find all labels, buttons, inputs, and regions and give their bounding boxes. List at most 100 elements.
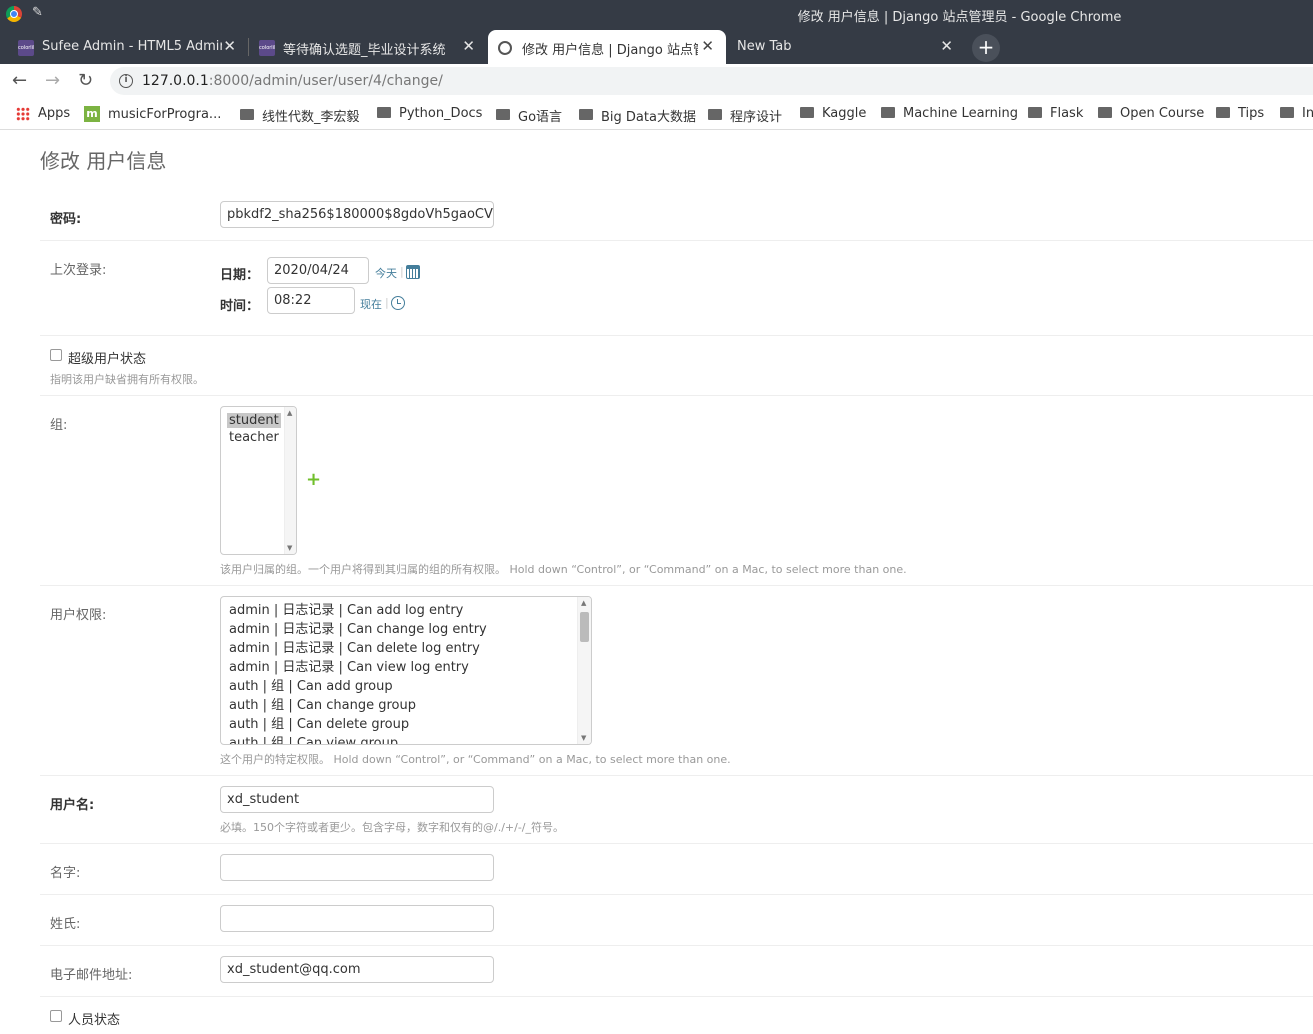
add-group-icon[interactable]: + [306, 469, 321, 490]
permissions-help: 这个用户的特定权限。 Hold down “Control”, or “Comm… [220, 753, 731, 766]
scroll-down-icon[interactable]: ▼ [581, 734, 586, 742]
staff-label[interactable]: 人员状态 [68, 1009, 120, 1028]
bookmark-label: Go语言 [518, 110, 563, 125]
bookmark-go[interactable]: Go语言 [496, 106, 562, 125]
superuser-row: 超级用户状态 指明该用户缺省拥有所有权限。 [40, 336, 1313, 396]
close-tab-icon[interactable]: ✕ [223, 37, 236, 55]
tab-thesis-system[interactable]: colorlib 等待确认选题_毕业设计系统 ✕ [249, 30, 487, 64]
permission-option[interactable]: admin | 日志记录 | Can view log entry [221, 658, 591, 677]
page-title: 修改 用户信息 [40, 149, 167, 173]
bookmark-apps[interactable]: Apps [16, 106, 70, 121]
username-label: 用户名: [50, 798, 95, 813]
bookmark-linear-algebra[interactable]: 线性代数_李宏毅 [240, 106, 360, 125]
password-label: 密码: [50, 212, 82, 227]
time-label: 时间： [220, 299, 260, 314]
username-field[interactable]: xd_student [220, 786, 494, 813]
permissions-label: 用户权限: [50, 608, 107, 623]
url-path: :8000/admin/user/user/4/change/ [208, 73, 443, 89]
info-icon[interactable]: i [119, 74, 133, 88]
folder-icon [1028, 107, 1042, 118]
folder-icon [377, 107, 391, 118]
bookmark-label: Flask [1050, 106, 1084, 121]
password-field[interactable]: pbkdf2_sha256$180000$8gdoVh5gaoCV$Q4 [220, 201, 494, 228]
bookmark-machine-learning[interactable]: Machine Learning [881, 106, 1018, 121]
close-tab-icon[interactable]: ✕ [701, 37, 714, 55]
tab-label: New Tab [737, 39, 792, 54]
scroll-down-icon[interactable]: ▼ [287, 544, 292, 552]
last-login-row: 上次登录: 日期： 2020/04/24 今天 | 时间： 08:22 现在 | [40, 241, 1313, 336]
permission-option[interactable]: auth | 组 | Can change group [221, 696, 591, 715]
bookmark-label: 程序设计 [730, 110, 783, 125]
email-field[interactable]: xd_student@qq.com [220, 956, 494, 983]
now-link[interactable]: 现在 [360, 296, 382, 312]
bookmark-tips[interactable]: Tips [1216, 106, 1264, 121]
new-tab-button[interactable]: + [972, 34, 1000, 62]
bookmark-big-data[interactable]: Big Data大数据 [579, 106, 696, 125]
first-name-field[interactable] [220, 854, 494, 881]
last-name-row: 姓氏: [40, 895, 1313, 946]
staff-checkbox[interactable] [50, 1010, 62, 1022]
folder-icon [1098, 107, 1112, 118]
separator: | [385, 296, 389, 309]
date-label: 日期： [220, 268, 260, 283]
scroll-up-icon[interactable]: ▲ [581, 599, 586, 607]
bookmark-music[interactable]: m musicForProgra... [84, 106, 221, 122]
scroll-thumb[interactable] [580, 612, 589, 642]
groups-scrollbar[interactable]: ▲ ▼ [284, 407, 296, 554]
browser-toolbar: ← → ↻ i 127.0.0.1:8000/admin/user/user/4… [0, 64, 1313, 98]
permission-option[interactable]: admin | 日志记录 | Can delete log entry [221, 639, 591, 658]
bookmark-kaggle[interactable]: Kaggle [800, 106, 866, 121]
close-tab-icon[interactable]: ✕ [940, 37, 953, 55]
permission-option[interactable]: admin | 日志记录 | Can change log entry [221, 620, 591, 639]
back-arrow-icon[interactable]: ← [12, 70, 27, 91]
permission-option[interactable]: auth | 组 | Can add group [221, 677, 591, 696]
time-input[interactable]: 08:22 [267, 287, 355, 314]
scroll-up-icon[interactable]: ▲ [287, 409, 292, 417]
tab-sufee-admin[interactable]: colorlib Sufee Admin - HTML5 Admin ✕ [8, 30, 248, 64]
tab-new-tab[interactable]: New Tab ✕ [727, 30, 965, 64]
groups-select[interactable]: student teacher ▲ ▼ [220, 406, 297, 555]
folder-icon [240, 109, 254, 120]
password-row: 密码: pbkdf2_sha256$180000$8gdoVh5gaoCV$Q4 [40, 188, 1313, 241]
permissions-scrollbar[interactable]: ▲ ▼ [577, 597, 591, 744]
date-input[interactable]: 2020/04/24 [267, 257, 369, 284]
permissions-select[interactable]: admin | 日志记录 | Can add log entry admin |… [220, 596, 592, 745]
address-bar[interactable]: i 127.0.0.1:8000/admin/user/user/4/chang… [110, 67, 1313, 95]
tab-strip: colorlib Sufee Admin - HTML5 Admin ✕ col… [0, 28, 1313, 64]
reload-icon[interactable]: ↻ [78, 70, 93, 91]
last-name-field[interactable] [220, 905, 494, 932]
groups-help: 该用户归属的组。一个用户将得到其归属的组的所有权限。 Hold down “Co… [220, 563, 907, 576]
bookmark-label: 线性代数_李宏毅 [262, 110, 360, 125]
tab-label: 等待确认选题_毕业设计系统 [283, 43, 446, 58]
groups-row: 组: student teacher ▲ ▼ + 该用户归属的组。一个用户将得到… [40, 396, 1313, 586]
email-label: 电子邮件地址: [50, 968, 133, 983]
url-text[interactable]: 127.0.0.1:8000/admin/user/user/4/change/ [142, 73, 443, 89]
admin-page: 修改 用户信息 密码: pbkdf2_sha256$180000$8gdoVh5… [0, 131, 1313, 1034]
colorlib-favicon-icon: colorlib [259, 40, 275, 56]
permission-option[interactable]: auth | 组 | Can delete group [221, 715, 591, 734]
bookmark-open-course[interactable]: Open Course [1098, 106, 1204, 121]
forward-arrow-icon[interactable]: → [45, 70, 60, 91]
folder-icon [800, 107, 814, 118]
separator: | [400, 265, 404, 278]
bookmark-programming[interactable]: 程序设计 [708, 106, 782, 125]
folder-icon [1216, 107, 1230, 118]
bookmark-label: musicForProgra... [108, 106, 222, 122]
superuser-label[interactable]: 超级用户状态 [68, 348, 146, 367]
clock-icon[interactable] [391, 296, 405, 310]
tab-django-admin-active[interactable]: 修改 用户信息 | Django 站点管 ✕ [488, 30, 726, 64]
colorlib-favicon-icon: colorlib [18, 40, 34, 56]
bookmark-flask[interactable]: Flask [1028, 106, 1083, 121]
bookmark-label: Kaggle [822, 106, 867, 121]
close-tab-icon[interactable]: ✕ [462, 37, 475, 55]
permission-option[interactable]: auth | 组 | Can view group [221, 734, 591, 744]
bookmark-python-docs[interactable]: Python_Docs [377, 106, 482, 121]
bookmark-label: Tips [1238, 106, 1265, 121]
permission-option[interactable]: admin | 日志记录 | Can add log entry [221, 601, 591, 620]
today-link[interactable]: 今天 [375, 265, 397, 281]
superuser-checkbox[interactable] [50, 349, 62, 361]
calendar-icon[interactable] [406, 265, 420, 279]
apps-icon [16, 106, 30, 121]
bookmark-in[interactable]: In [1280, 106, 1313, 121]
superuser-help: 指明该用户缺省拥有所有权限。 [50, 373, 204, 386]
